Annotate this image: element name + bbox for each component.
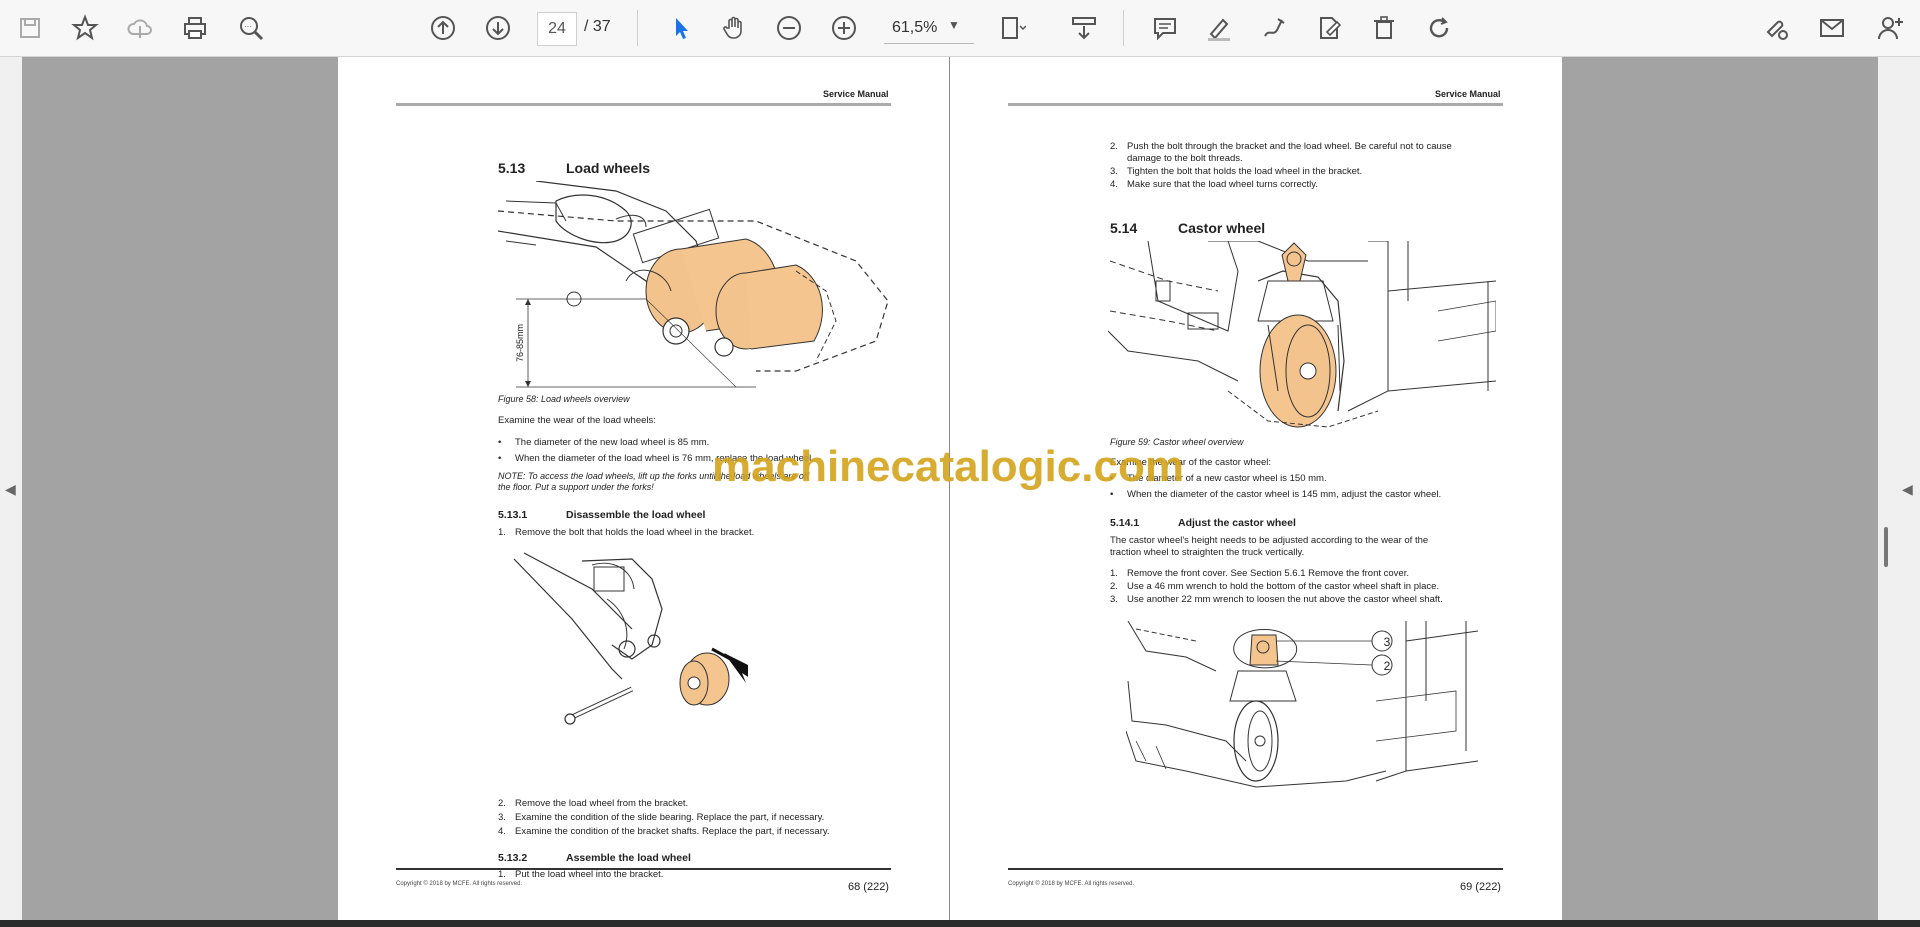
page-header: Service Manual [823, 89, 889, 99]
page-number: 68 (222) [848, 881, 889, 893]
fill-sign-icon[interactable] [1311, 10, 1347, 46]
dimension-label: 76-85mm [515, 323, 525, 362]
figure-caption: Figure 58: Load wheels overview [498, 394, 630, 404]
header-rule [396, 103, 891, 106]
chevron-down-icon[interactable]: ▼ [948, 18, 960, 32]
step-item: 1. Remove the bolt that holds the load wh… [498, 527, 755, 538]
page-total: / 37 [584, 18, 611, 35]
step-item: 4. Examine the condition of the bracket s… [498, 826, 830, 837]
delete-icon[interactable] [1366, 10, 1402, 46]
highlight-pen-icon[interactable] [1201, 10, 1237, 46]
paragraph: Examine the wear of the load wheels: [498, 415, 656, 426]
page-down-icon[interactable] [480, 10, 516, 46]
print-icon[interactable] [177, 10, 213, 46]
zoom-level-select[interactable]: 61,5% [884, 12, 974, 44]
callout-3: 3 [1383, 635, 1391, 649]
svg-text:···: ··· [244, 22, 252, 31]
subsection-heading: 5.13.1 Disassemble the load wheel [498, 509, 706, 521]
expand-right-panel-icon[interactable]: ◀ [1902, 481, 1913, 498]
add-user-icon[interactable] [1872, 10, 1908, 46]
adjust-castor-figure [1126, 621, 1478, 788]
section-heading: 5.14 Castor wheel [1110, 220, 1266, 236]
copyright: Copyright © 2018 by MCFE. All rights res… [1008, 881, 1135, 887]
comment-icon[interactable] [1147, 10, 1183, 46]
zoom-in-icon[interactable] [826, 10, 862, 46]
step-item: 3. Examine the condition of the slide bea… [498, 812, 825, 823]
page-header: Service Manual [1435, 89, 1501, 99]
load-wheels-figure [497, 181, 889, 388]
paragraph: The castor wheel's height needs to be ad… [1110, 535, 1429, 546]
toolbar: ··· 24 / 37 61,5% ▼ [0, 0, 1920, 57]
divider [637, 10, 638, 46]
step-item: 1. Remove the front cover. See Section 5.… [1110, 568, 1409, 579]
subsection-heading: 5.14.1 Adjust the castor wheel [1110, 517, 1296, 529]
vertical-scrollbar-thumb[interactable] [1884, 527, 1888, 567]
footer-rule [1008, 868, 1503, 870]
right-panel-collapsed [1878, 57, 1920, 920]
fit-page-icon[interactable] [994, 10, 1030, 46]
paragraph: traction wheel to straighten the truck v… [1110, 547, 1305, 558]
step-item: 2. Remove the load wheel from the bracket… [498, 798, 689, 809]
bookmark-star-icon[interactable] [67, 10, 103, 46]
taskbar-strip [0, 920, 1920, 927]
note-line: the floor. Put a support under the forks… [498, 482, 654, 492]
step-item: 1. Put the load wheel into the bracket. [498, 869, 664, 880]
step-item: 2. Use a 46 mm wrench to hold the bottom … [1110, 581, 1440, 592]
callout-2: 2 [1383, 659, 1391, 673]
subsection-heading: 5.13.2 Assemble the load wheel [498, 852, 691, 864]
copyright: Copyright © 2018 by MCFE. All rights res… [396, 881, 523, 887]
divider [1123, 10, 1124, 46]
zoom-out-icon[interactable] [771, 10, 807, 46]
page-number: 69 (222) [1460, 881, 1501, 893]
step-item: 3. Tighten the bolt that holds the load w… [1110, 166, 1363, 177]
header-rule [1008, 103, 1503, 106]
email-icon[interactable] [1814, 10, 1850, 46]
scroll-mode-icon[interactable] [1066, 10, 1102, 46]
select-cursor-icon[interactable] [663, 10, 699, 46]
save-icon[interactable] [12, 10, 48, 46]
zoom-search-icon[interactable]: ··· [233, 10, 269, 46]
bullet-item: • The diameter of the new load wheel is 8… [498, 437, 710, 448]
step-item: 2. Push the bolt through the bracket and … [1110, 141, 1452, 152]
step-item: 3. Use another 22 mm wrench to loosen the… [1110, 594, 1443, 605]
expand-left-panel-icon[interactable]: ◀ [5, 481, 16, 498]
watermark-text: machinecatalogic.com [712, 442, 1184, 491]
section-heading: 5.13 Load wheels [498, 160, 651, 176]
step-item: 4. Make sure that the load wheel turns co… [1110, 179, 1318, 190]
castor-wheel-figure [1108, 241, 1496, 428]
step-item: damage to the bolt threads. [1127, 153, 1243, 164]
upload-cloud-icon[interactable] [122, 10, 158, 46]
rotate-icon[interactable] [1421, 10, 1457, 46]
footer-rule [396, 868, 891, 870]
disassemble-figure [513, 552, 748, 725]
share-link-icon[interactable] [1758, 10, 1794, 46]
page-number-input[interactable]: 24 [537, 12, 577, 46]
draw-icon[interactable] [1256, 10, 1292, 46]
hand-pan-icon[interactable] [716, 10, 752, 46]
page-up-icon[interactable] [425, 10, 461, 46]
